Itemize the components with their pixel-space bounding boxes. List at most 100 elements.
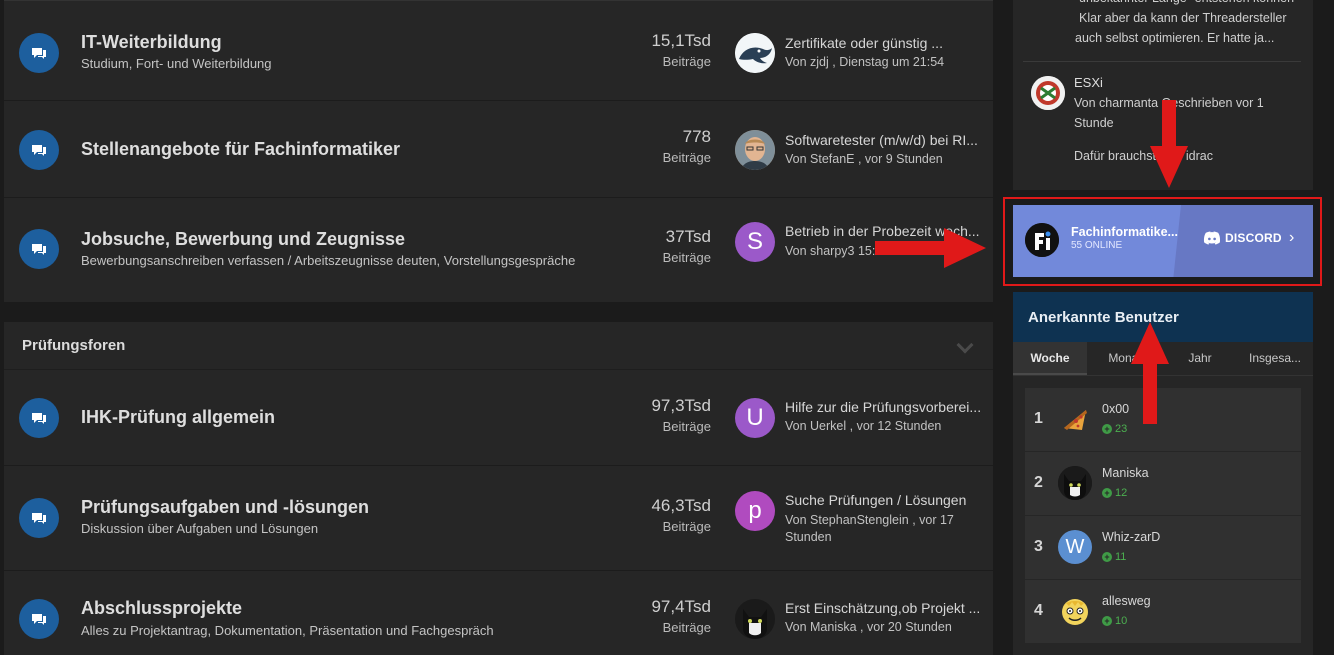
forum-chat-icon (19, 498, 59, 538)
user-points: +12 (1102, 487, 1127, 499)
tab-month[interactable]: Monat (1087, 342, 1163, 375)
user-name[interactable]: allesweg (1102, 594, 1151, 608)
forum-title[interactable]: Stellenangebote für Fachinformatiker (81, 139, 400, 160)
activity-title[interactable]: ESXi (1074, 73, 1103, 93)
last-post-title[interactable]: Erst Einschätzung,ob Projekt ... (785, 600, 985, 616)
widget-header: Anerkannte Benutzer (1013, 292, 1313, 342)
discord-brand: DISCORD (1203, 231, 1282, 245)
forum-row[interactable]: Stellenangebote für Fachinformatiker 778… (4, 101, 993, 198)
user-rank: 1 (1034, 410, 1043, 427)
user-points: +23 (1102, 423, 1127, 435)
forum-list: IT-Weiterbildung Studium, Fort- und Weit… (4, 0, 993, 655)
user-points-value: 11 (1115, 551, 1127, 563)
category-header[interactable]: Prüfungsforen (4, 322, 993, 370)
activity-meta: Von charmanta Geschrieben vor 1 Stunde (1074, 96, 1264, 130)
last-post-title[interactable]: Suche Prüfungen / Lösungen (785, 492, 985, 508)
forum-chat-icon (19, 229, 59, 269)
user-points-value: 10 (1115, 615, 1128, 627)
chevron-right-icon[interactable]: › (1289, 229, 1294, 247)
forum-chat-icon (19, 398, 59, 438)
user-rank: 3 (1034, 538, 1043, 555)
user-name[interactable]: Maniska (1102, 466, 1149, 480)
activity-snippet: Dafür brauchst kein idrac (1074, 149, 1213, 163)
divider (1023, 61, 1301, 62)
last-post-title[interactable]: Zertifikate oder günstig ... (785, 35, 985, 51)
avatar-letter[interactable]: p (735, 491, 775, 531)
avatar-letter[interactable]: U (735, 398, 775, 438)
forum-description: Bewerbungsanschreiben verfassen / Arbeit… (81, 253, 576, 268)
post-count-label: Beiträge (662, 250, 711, 265)
tab-week[interactable]: Woche (1013, 342, 1087, 375)
avatar-letter[interactable]: W (1058, 530, 1092, 564)
forum-row[interactable]: Jobsuche, Bewerbung und Zeugnisse Bewerb… (4, 198, 993, 302)
forum-row[interactable]: IT-Weiterbildung Studium, Fort- und Weit… (4, 1, 993, 101)
post-count-value: 37Tsd (665, 227, 711, 246)
user-name[interactable]: Whiz-zarD (1102, 530, 1160, 544)
user-row[interactable]: 2 Maniska +12 (1025, 452, 1301, 516)
forum-row[interactable]: IHK-Prüfung allgemein 97,3Tsd Beiträge U… (4, 370, 993, 466)
activity-snippet: unbekannter Länge" entstehen können (1079, 0, 1294, 8)
forum-title[interactable]: Abschlussprojekte (81, 598, 242, 619)
avatar-cat[interactable] (1058, 466, 1092, 500)
forum-title[interactable]: IT-Weiterbildung (81, 32, 222, 53)
period-tabs: Woche Monat Jahr Insgesa... (1013, 342, 1313, 376)
user-row[interactable]: 4 allesweg +10 (1025, 580, 1301, 644)
chevron-down-icon[interactable] (956, 336, 974, 354)
avatar-letter[interactable]: S (735, 222, 775, 262)
user-list: 1 0x00 +23 2 Maniska +12 3 W Whiz-zarD +… (1025, 388, 1301, 644)
user-points-value: 23 (1115, 423, 1128, 435)
plus-icon: + (1102, 424, 1112, 434)
post-count-value: 97,4Tsd (651, 597, 711, 616)
forum-chat-icon (19, 599, 59, 639)
discord-widget[interactable]: Fachinformatike... 55 ONLINE DISCORD › (1013, 205, 1313, 277)
avatar-photo[interactable] (735, 130, 775, 170)
forum-row[interactable]: Prüfungsaufgaben und -lösungen Diskussio… (4, 466, 993, 571)
user-name[interactable]: 0x00 (1102, 402, 1129, 416)
post-count-value: 97,3Tsd (651, 396, 711, 415)
post-count: 37Tsd Beiträge (663, 227, 711, 265)
post-count-label: Beiträge (662, 54, 711, 69)
last-post-title[interactable]: Hilfe zur die Prüfungsvorberei... (785, 399, 985, 415)
tab-alltime[interactable]: Insgesa... (1237, 342, 1313, 375)
forum-chat-icon (19, 33, 59, 73)
forum-title[interactable]: Jobsuche, Bewerbung und Zeugnisse (81, 229, 405, 250)
user-points: +11 (1102, 551, 1126, 563)
activity-snippet: auch selbst optimieren. Er hatte ja... (1075, 31, 1275, 45)
user-points-value: 12 (1115, 487, 1128, 499)
avatar-face[interactable] (1058, 594, 1092, 628)
tab-year[interactable]: Jahr (1163, 342, 1237, 375)
discord-server-name: Fachinformatike... (1071, 225, 1178, 239)
page: IT-Weiterbildung Studium, Fort- und Weit… (0, 0, 1334, 655)
user-row[interactable]: 1 0x00 +23 (1025, 388, 1301, 452)
forum-description: Alles zu Projektantrag, Dokumentation, P… (81, 623, 494, 638)
last-post-meta: Von sharpy3 15:38 (785, 244, 890, 258)
post-count-value: 46,3Tsd (651, 496, 711, 515)
user-points: +10 (1102, 615, 1127, 627)
user-rank: 2 (1034, 474, 1043, 491)
forum-title[interactable]: IHK-Prüfung allgemein (81, 407, 275, 428)
user-row[interactable]: 3 W Whiz-zarD +11 (1025, 516, 1301, 580)
widget-title: Anerkannte Benutzer (1028, 308, 1179, 326)
reputation-widget: Anerkannte Benutzer Woche Monat Jahr Ins… (1013, 292, 1313, 655)
category-title[interactable]: Prüfungsforen (22, 337, 125, 354)
forum-description: Diskussion über Aufgaben und Lösungen (81, 521, 319, 536)
avatar-charmanta[interactable] (1031, 76, 1065, 110)
server-logo-icon (1025, 223, 1059, 257)
post-count: 15,1Tsd Beiträge (651, 31, 711, 69)
last-post-title[interactable]: Softwaretester (m/w/d) bei RI... (785, 132, 985, 148)
last-post-meta: Von StephanStenglein , vor 17 Stunden (785, 513, 954, 544)
last-post-meta: Von StefanE , vor 9 Stunden (785, 152, 943, 166)
user-rank: 4 (1034, 602, 1043, 619)
avatar-pizza[interactable] (1058, 402, 1092, 436)
last-post-meta: Von Uerkel , vor 12 Stunden (785, 419, 942, 433)
post-count-label: Beiträge (662, 620, 711, 635)
post-count: 46,3Tsd Beiträge (651, 496, 711, 534)
avatar-whale[interactable] (735, 33, 775, 73)
last-post-title[interactable]: Betrieb in der Probezeit wech... (785, 223, 985, 239)
forum-title[interactable]: Prüfungsaufgaben und -lösungen (81, 497, 369, 518)
forum-description: Studium, Fort- und Weiterbildung (81, 56, 272, 71)
category-block: IT-Weiterbildung Studium, Fort- und Weit… (4, 0, 993, 302)
forum-row[interactable]: Abschlussprojekte Alles zu Projektantrag… (4, 571, 993, 655)
avatar-cat[interactable] (735, 599, 775, 639)
activity-feed: unbekannter Länge" entstehen können Klar… (1013, 0, 1313, 190)
